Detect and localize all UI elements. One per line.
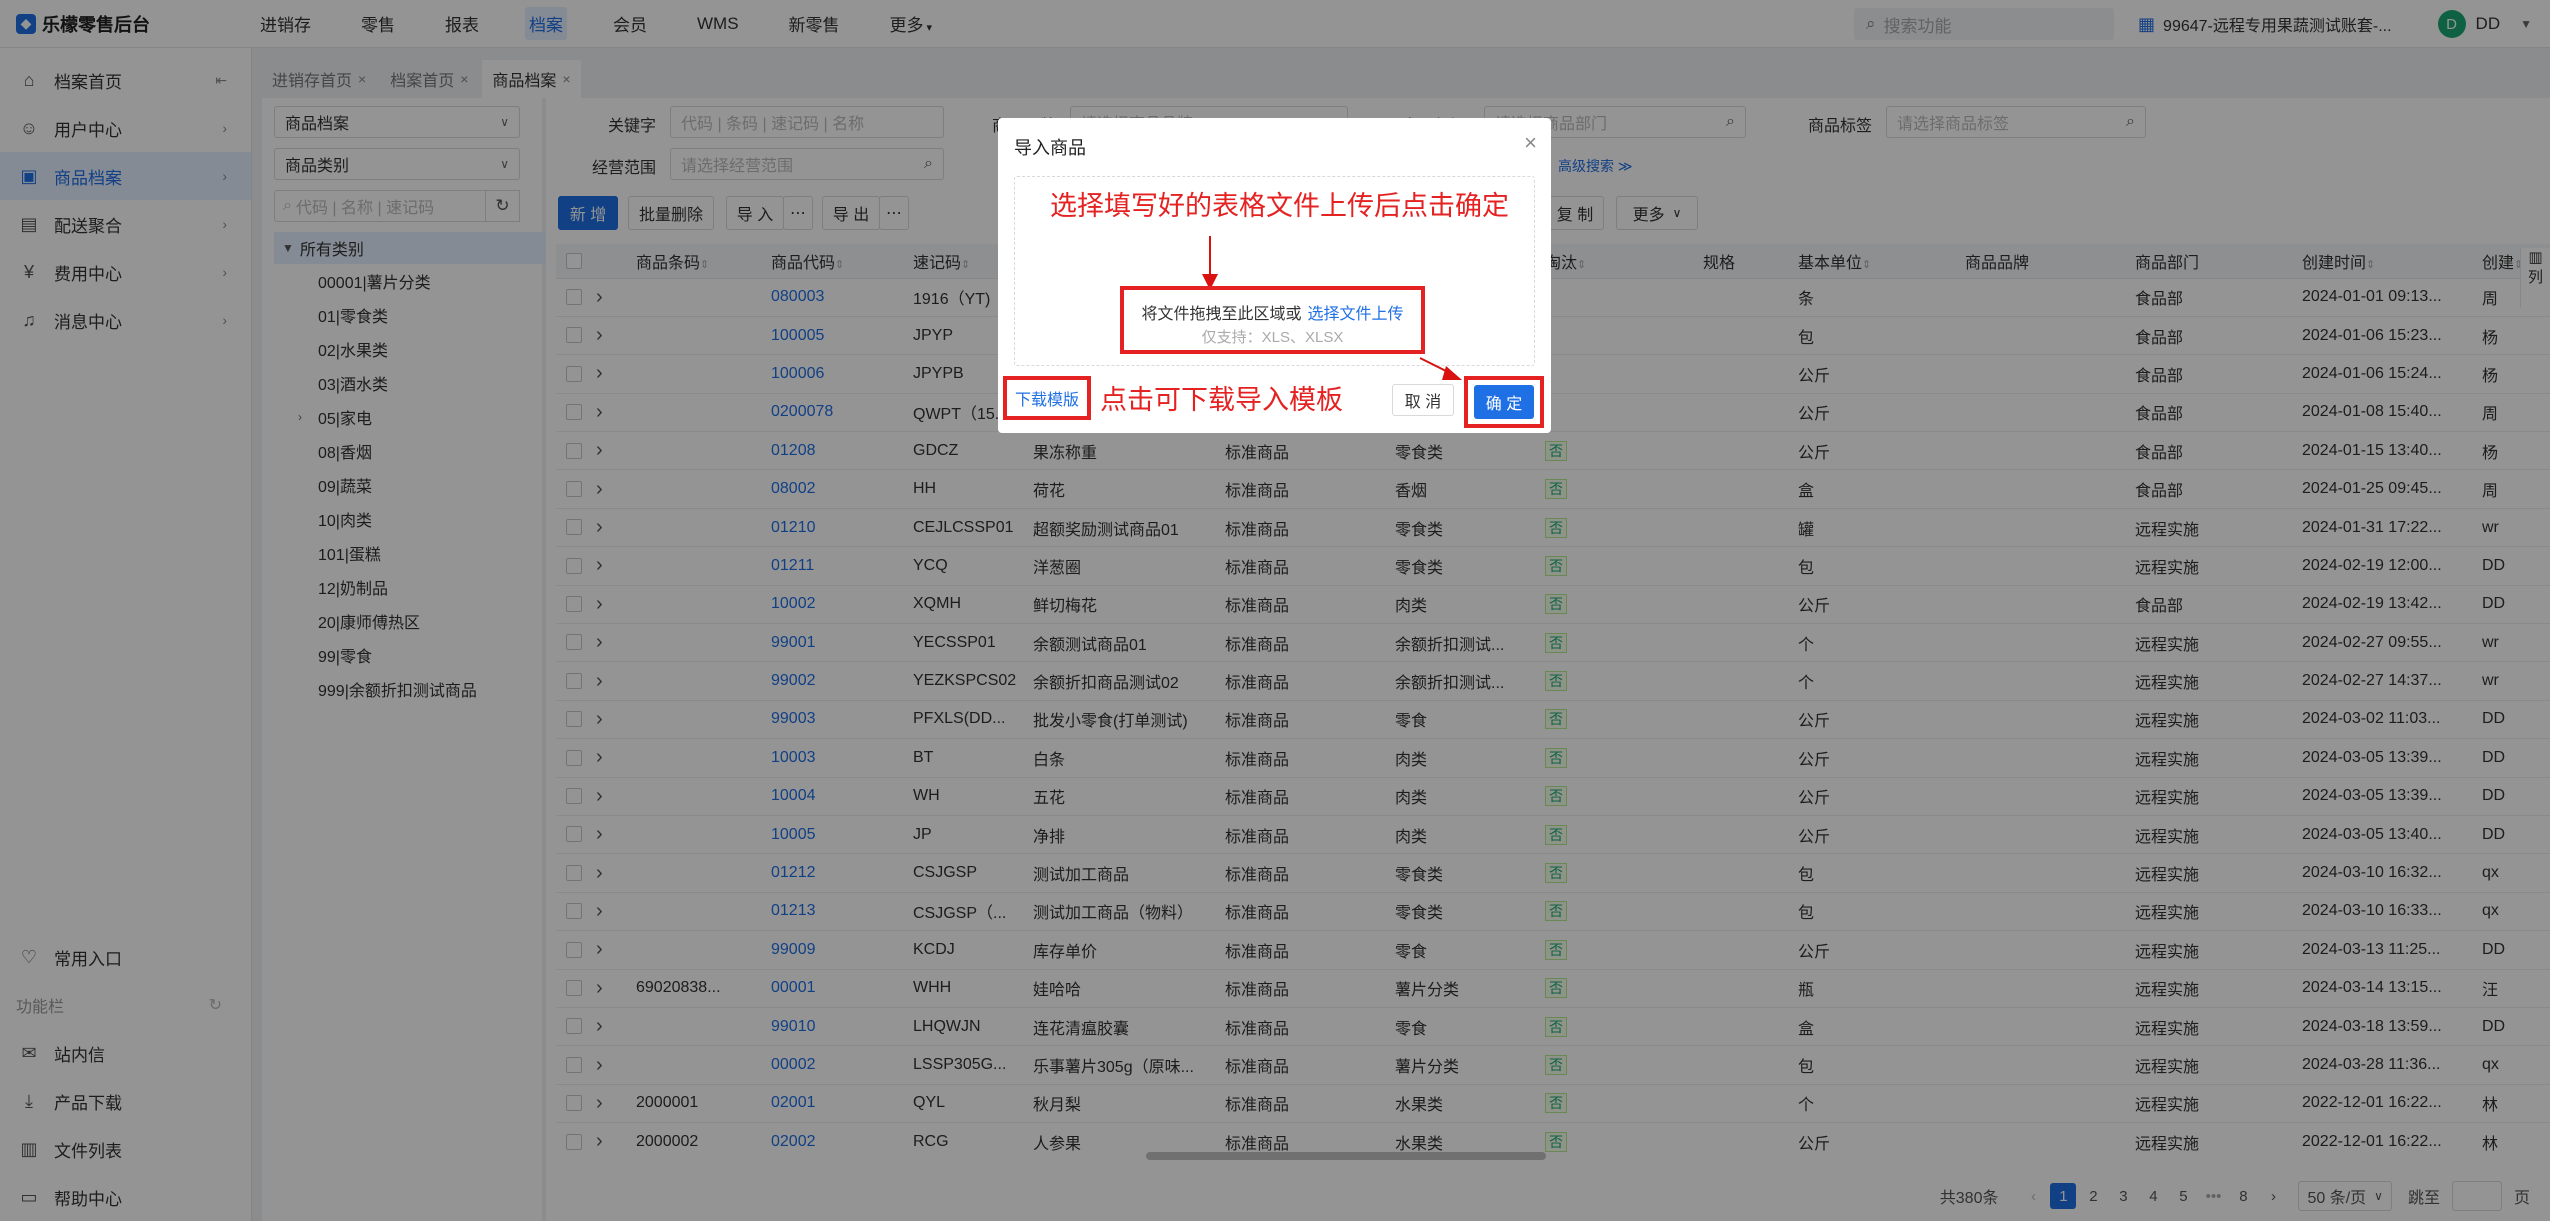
upload-highlight-box: 将文件拖拽至此区域或 选择文件上传 仅支持：XLS、XLSX [1120, 286, 1425, 354]
annotation-download-hint: 点击可下载导入模板 [1100, 385, 1343, 415]
select-file-link[interactable]: 选择文件上传 [1308, 306, 1404, 323]
import-product-dialog: 导入商品 × 选择填写好的表格文件上传后点击确定 将文件拖拽至此区域或 选择文件上… [998, 118, 1551, 433]
annotation-arrow-down-icon [1202, 236, 1218, 290]
cancel-button[interactable]: 取 消 [1392, 384, 1454, 416]
close-icon[interactable]: × [1524, 130, 1537, 156]
file-type-hint: 仅支持：XLS、XLSX [1201, 329, 1344, 346]
download-template-highlight-box: 下载模版 [1003, 376, 1091, 420]
download-template-link[interactable]: 下载模版 [1015, 386, 1079, 410]
dialog-title: 导入商品 [1014, 138, 1086, 158]
annotation-upload-instruction: 选择填写好的表格文件上传后点击确定 [1050, 191, 1509, 221]
confirm-button[interactable]: 确 定 [1474, 385, 1534, 419]
drop-instruction: 将文件拖拽至此区域或 选择文件上传 [1124, 300, 1421, 324]
confirm-highlight-box: 确 定 [1464, 376, 1544, 428]
annotation-arrow-right-icon [1419, 357, 1462, 380]
drop-text: 将文件拖拽至此区域或 [1141, 306, 1302, 323]
